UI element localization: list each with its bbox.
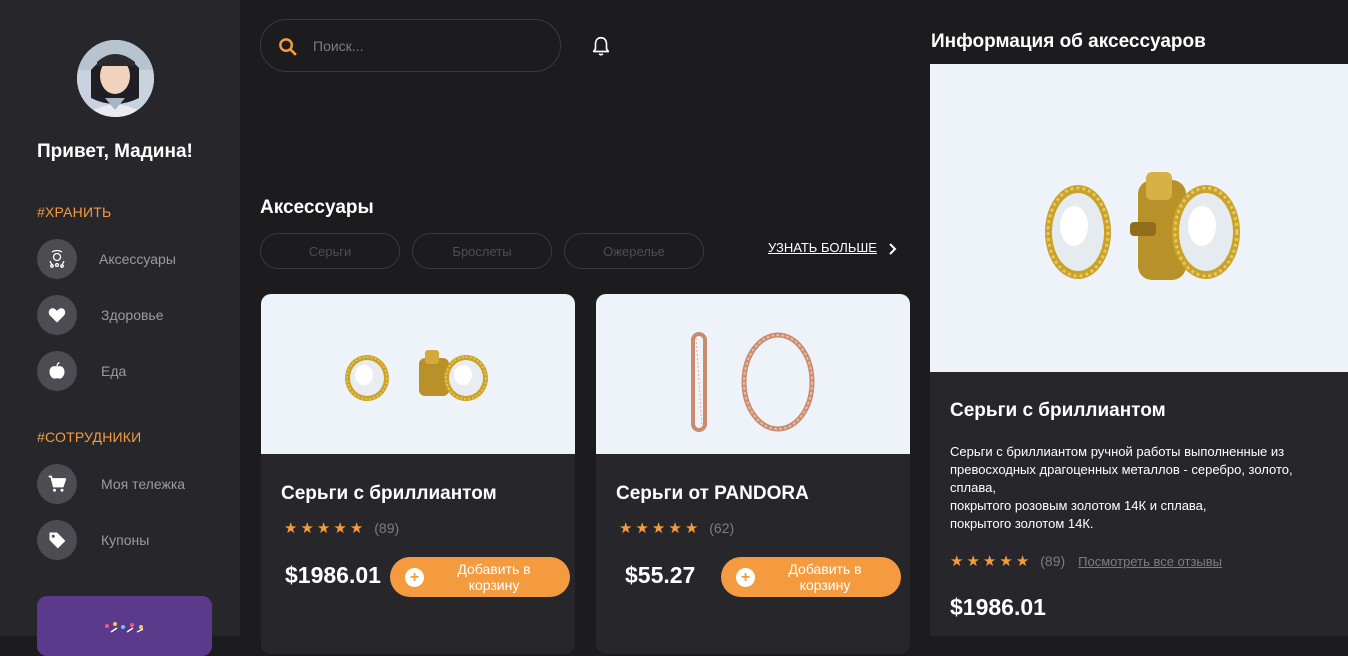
user-photo — [77, 40, 154, 117]
add-to-cart-button[interactable]: + Добавить в корзину — [390, 557, 570, 597]
detail-title: Серьги с бриллиантом — [950, 400, 1166, 421]
product-rating: ★ ★ ★ ★ ★ (62) — [619, 520, 734, 536]
cart-icon — [37, 464, 77, 504]
promo-banner[interactable] — [37, 596, 212, 656]
section-label-store: #ХРАНИТЬ — [37, 204, 112, 220]
description-line: покрытого розовым золотом 14К и сплава, — [950, 498, 1207, 513]
star-icon: ★ — [684, 519, 699, 537]
sidebar-item-label: Моя тележка — [101, 476, 186, 492]
product-title: Серьги от PANDORA — [616, 483, 809, 504]
description-line: Серьги с бриллиантом ручной работы выпол… — [950, 444, 1285, 459]
product-card[interactable]: Серьги с бриллиантом ★ ★ ★ ★ ★ (89) $198… — [261, 294, 575, 654]
plus-icon: + — [736, 568, 755, 587]
detail-description: Серьги с бриллиантом ручной работы выпол… — [950, 443, 1310, 533]
description-line: превосходных драгоценных металлов - сере… — [950, 462, 1293, 495]
description-line: покрытого золотом 14К. — [950, 516, 1094, 531]
star-icon: ★ — [619, 519, 633, 537]
all-reviews-link[interactable]: Посмотреть все отзывы — [1078, 554, 1222, 569]
product-card[interactable]: Серьги от PANDORA ★ ★ ★ ★ ★ (62) $55.27 … — [596, 294, 910, 654]
detail-panel: Серьги с бриллиантом Серьги с бриллианто… — [930, 64, 1348, 636]
bell-icon[interactable] — [590, 35, 612, 57]
avatar[interactable] — [77, 40, 154, 117]
product-title: Серьги с бриллиантом — [281, 483, 497, 504]
product-image — [596, 294, 910, 454]
detail-heading: Информация об аксессуаров — [931, 31, 1206, 52]
plus-icon: + — [405, 568, 424, 587]
section-label-staff: #СОТРУДНИКИ — [37, 429, 142, 445]
section-title: Аксессуары — [260, 197, 374, 218]
product-image — [261, 294, 575, 454]
add-to-cart-label: Добавить в корзину — [788, 561, 862, 593]
detail-price: $1986.01 — [950, 594, 1046, 620]
star-icon: ★ — [300, 519, 314, 537]
product-rating: ★ ★ ★ ★ ★ (89) — [284, 520, 399, 536]
review-count: (89) — [1040, 553, 1066, 569]
apple-icon — [37, 351, 77, 391]
add-to-cart-label: Добавить в корзину — [457, 561, 531, 593]
product-price: $1986.01 — [285, 562, 381, 588]
sidebar-item-health[interactable]: Здоровье — [37, 295, 217, 335]
sidebar-item-label: Здоровье — [101, 307, 164, 323]
chevron-right-icon[interactable] — [887, 243, 897, 255]
sidebar-item-label: Еда — [101, 363, 127, 379]
star-icon: ★ — [982, 552, 997, 570]
review-count: (89) — [374, 520, 400, 536]
jewelry-icon — [37, 239, 77, 279]
sidebar-item-label: Купоны — [101, 532, 150, 548]
star-icon: ★ — [1015, 552, 1030, 570]
detail-rating: ★ ★ ★ ★ ★ (89) Посмотреть все отзывы — [950, 553, 1222, 569]
star-icon: ★ — [999, 552, 1013, 570]
heart-icon — [37, 295, 77, 335]
chip-bracelets[interactable]: Брослеты — [412, 233, 552, 269]
star-icon: ★ — [668, 519, 682, 537]
search-bar — [260, 19, 561, 72]
add-to-cart-button[interactable]: + Добавить в корзину — [721, 557, 901, 597]
sidebar-item-food[interactable]: Еда — [37, 351, 217, 391]
chip-necklaces[interactable]: Ожерелье — [564, 233, 704, 269]
star-icon: ★ — [349, 519, 364, 537]
tag-icon — [37, 520, 77, 560]
star-icon: ★ — [333, 519, 347, 537]
search-input[interactable] — [313, 35, 543, 57]
sidebar-item-accessories[interactable]: Аксессуары — [37, 239, 217, 279]
star-icon: ★ — [651, 519, 666, 537]
star-icon: ★ — [950, 552, 964, 570]
sidebar-item-label: Аксессуары — [99, 251, 176, 267]
star-icon: ★ — [635, 519, 649, 537]
sidebar-item-cart[interactable]: Моя тележка — [37, 464, 217, 504]
star-icon: ★ — [284, 519, 298, 537]
learn-more-link[interactable]: УЗНАТЬ БОЛЬШЕ — [768, 240, 877, 255]
sidebar: Привет, Мадина! #ХРАНИТЬ Аксессуары Здор… — [0, 0, 240, 656]
search-icon[interactable] — [278, 37, 297, 56]
product-price: $55.27 — [625, 562, 696, 588]
star-icon: ★ — [966, 552, 980, 570]
sidebar-item-coupons[interactable]: Купоны — [37, 520, 217, 560]
review-count: (62) — [709, 520, 735, 536]
confetti-icon — [105, 622, 144, 633]
greeting: Привет, Мадина! — [37, 141, 193, 162]
star-icon: ★ — [316, 519, 331, 537]
chip-earrings[interactable]: Серьги — [260, 233, 400, 269]
detail-image — [930, 64, 1348, 372]
